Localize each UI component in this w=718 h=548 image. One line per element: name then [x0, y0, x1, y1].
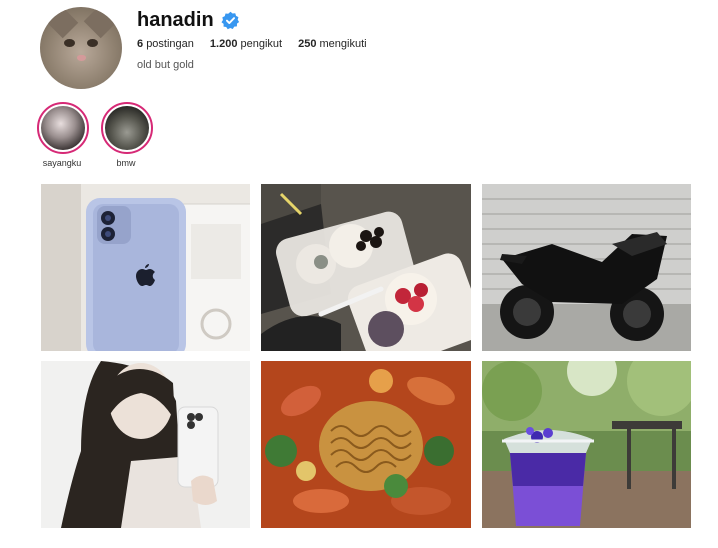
following-count: 250 — [298, 38, 317, 50]
cat-ear-left — [45, 7, 79, 39]
posts-count: 6 — [137, 38, 144, 50]
highlight-ring — [37, 102, 89, 154]
cat-ear-right — [83, 7, 117, 39]
cat-eye-left — [64, 39, 75, 47]
followers-count: 1.200 — [209, 38, 238, 50]
profile-stats: 6 postingan 1.200 pengikut 250 mengikuti — [137, 38, 367, 50]
profile-page: hanadin 6 postingan 1.200 pengikut 250 m… — [0, 0, 718, 548]
profile-bio: old but gold — [137, 59, 194, 71]
highlight-label: bmw — [116, 158, 136, 168]
highlight-label: sayangku — [42, 158, 82, 168]
highlight-sayangku[interactable]: sayangku — [37, 102, 89, 168]
cat-eye-right — [87, 39, 98, 47]
following-label: mengikuti — [319, 38, 367, 50]
post-black-motorcycle[interactable] — [482, 184, 691, 351]
verified-badge-icon — [221, 11, 240, 30]
posts-label: postingan — [146, 38, 194, 50]
highlight-bmw[interactable]: bmw — [101, 102, 153, 168]
highlight-cover — [105, 106, 149, 150]
post-mochi-desserts[interactable] — [261, 184, 471, 351]
highlight-ring — [101, 102, 153, 154]
following-stat[interactable]: 250 mengikuti — [298, 38, 367, 50]
post-purple-drink[interactable] — [482, 361, 691, 528]
followers-label: pengikut — [240, 38, 283, 50]
username: hanadin — [137, 9, 214, 31]
followers-stat[interactable]: 1.200 pengikut — [210, 38, 282, 50]
cat-nose — [77, 55, 86, 61]
post-spicy-noodles[interactable] — [261, 361, 471, 528]
posts-stat[interactable]: 6 postingan — [137, 38, 194, 50]
profile-avatar[interactable] — [40, 7, 122, 89]
profile-header: hanadin — [137, 9, 240, 32]
post-iphone[interactable] — [41, 184, 250, 351]
post-mirror-selfie[interactable] — [41, 361, 250, 528]
highlight-cover — [41, 106, 85, 150]
